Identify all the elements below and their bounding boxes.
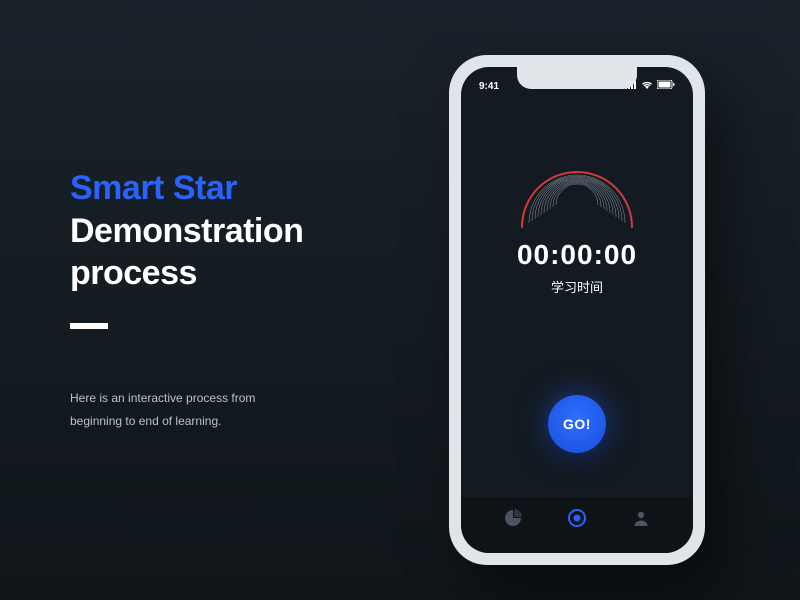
user-icon	[631, 508, 651, 533]
go-button[interactable]: GO!	[548, 395, 606, 453]
tab-stats[interactable]	[493, 500, 533, 540]
timer-display: 00:00:00	[517, 239, 637, 271]
timer-section: 00:00:00 学习时间	[461, 145, 693, 296]
title-line-1: Smart Star	[70, 167, 400, 210]
title-line-3: process	[70, 252, 400, 295]
wifi-icon	[641, 80, 653, 92]
timer-label: 学习时间	[551, 277, 603, 296]
title-underline	[70, 323, 108, 329]
gauge-arc	[502, 145, 652, 235]
title-line-2: Demonstration	[70, 210, 400, 253]
battery-icon	[657, 80, 675, 92]
tab-timer[interactable]	[557, 500, 597, 540]
phone-screen: 9:41	[461, 67, 693, 553]
phone-notch	[517, 67, 637, 89]
left-panel: Smart Star Demonstration process Here is…	[0, 167, 400, 432]
record-circle-icon	[567, 508, 587, 533]
phone-frame: 9:41	[449, 55, 705, 565]
status-time: 9:41	[479, 81, 499, 92]
tab-profile[interactable]	[621, 500, 661, 540]
subtitle-text: Here is an interactive process from begi…	[70, 387, 270, 433]
tab-bar	[461, 497, 693, 553]
pie-chart-icon	[503, 508, 523, 533]
